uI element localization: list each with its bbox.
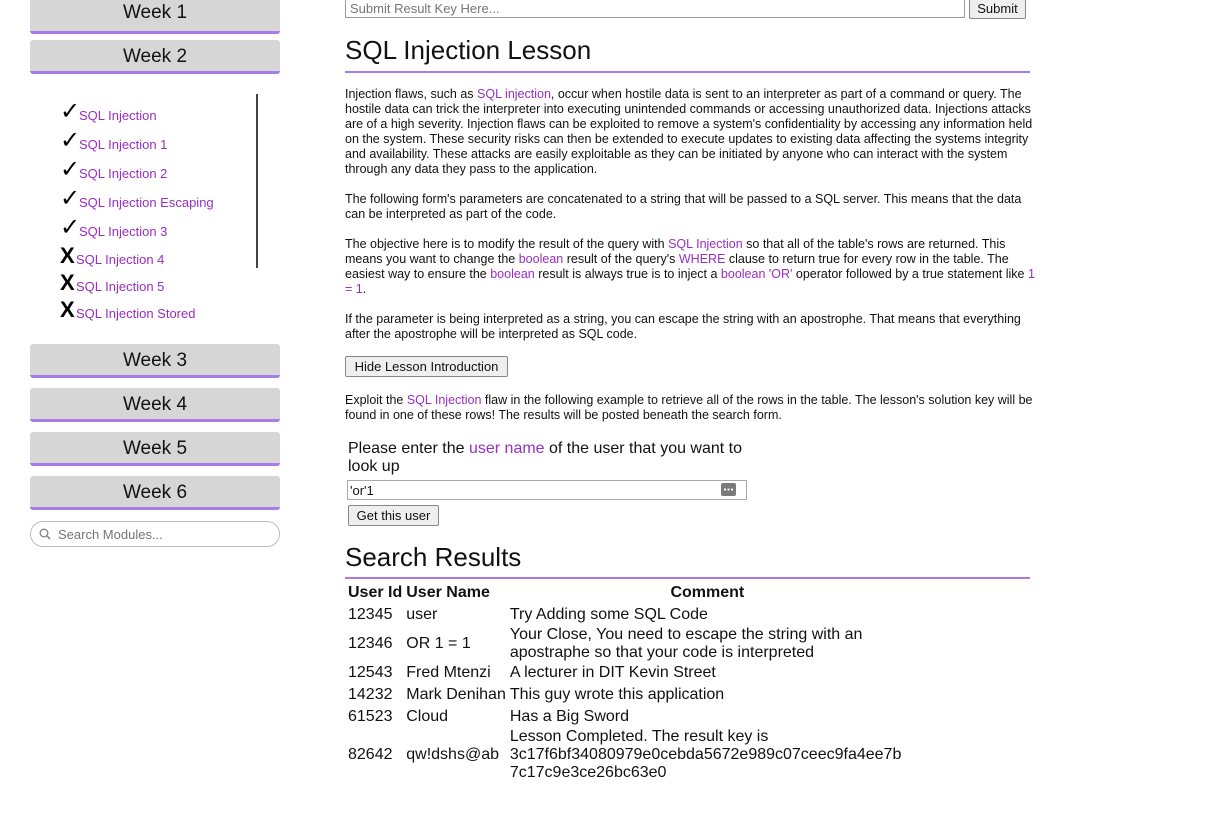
user-id-cell: 12346 <box>348 635 393 652</box>
comment-cell: Has a Big Sword <box>509 708 630 725</box>
table-row: 12345 user Try Adding some SQL Code <box>346 604 907 626</box>
search-icon <box>39 528 51 540</box>
table-row: 61523 Cloud Has a Big Sword <box>346 706 907 728</box>
user-id-cell: 12543 <box>348 664 393 681</box>
results-divider <box>345 577 1030 579</box>
table-row: 12543 Fred Mtenzi A lecturer in DIT Kevi… <box>346 662 907 684</box>
comment-cell: A lecturer in DIT Kevin Street <box>509 664 716 681</box>
check-icon: ✓ <box>60 156 81 183</box>
search-results-title: Search Results <box>345 542 522 572</box>
module-label[interactable]: SQL Injection 3 <box>79 224 167 239</box>
user-name-field <box>347 480 747 500</box>
boolean-or-link[interactable]: boolean 'OR' <box>721 267 792 281</box>
sql-injection-link[interactable]: SQL injection <box>477 87 551 101</box>
module-sql-injection-5[interactable]: X SQL Injection 5 <box>60 269 164 295</box>
week-3-button[interactable]: Week 3 <box>30 344 280 378</box>
week-5-button[interactable]: Week 5 <box>30 432 280 466</box>
user-name-cell: user <box>406 606 438 623</box>
module-label[interactable]: SQL Injection Stored <box>76 306 195 321</box>
search-modules-box <box>30 521 280 547</box>
lookup-label: Please enter the user name of the user t… <box>348 440 743 475</box>
more-dots-icon[interactable] <box>721 483 736 496</box>
check-icon: ✓ <box>60 185 81 212</box>
table-row: 12346 OR 1 = 1 Your Close, You need to e… <box>346 626 907 662</box>
column-header: User Id <box>348 584 403 601</box>
user-name-cell: OR 1 = 1 <box>406 635 471 652</box>
check-icon: ✓ <box>60 98 81 125</box>
comment-cell: This guy wrote this application <box>509 686 725 703</box>
user-id-cell: 61523 <box>348 708 393 725</box>
module-sql-injection-4[interactable]: X SQL Injection 4 <box>60 242 164 268</box>
user-name-cell: Cloud <box>406 708 449 725</box>
where-link[interactable]: WHERE <box>679 252 726 266</box>
user-id-cell: 12345 <box>348 606 393 623</box>
user-id-cell: 14232 <box>348 686 393 703</box>
check-icon: ✓ <box>60 214 81 241</box>
submit-key-button[interactable]: Submit <box>969 0 1026 19</box>
search-modules-input[interactable] <box>56 525 270 543</box>
lesson-title: SQL Injection Lesson <box>345 35 592 65</box>
x-icon: X <box>60 270 75 295</box>
user-name-input[interactable] <box>348 481 712 499</box>
week-1-button[interactable]: Week 1 <box>30 0 280 34</box>
user-name-cell: Mark Denihan <box>406 686 506 703</box>
title-divider <box>345 71 1030 73</box>
week-6-button[interactable]: Week 6 <box>30 476 280 510</box>
exploit-paragraph: Exploit the SQL Injection flaw in the fo… <box>345 393 1033 422</box>
comment-cell: Lesson Completed. The result key is 3c17… <box>509 728 902 781</box>
module-sql-injection-stored[interactable]: X SQL Injection Stored <box>60 296 195 322</box>
module-sql-injection-1[interactable]: ✓ SQL Injection 1 <box>60 127 167 153</box>
week-2-module-list: ✓ SQL Injection ✓ SQL Injection 1 ✓ SQL … <box>60 94 260 328</box>
user-name-cell: qw!dshs@ab <box>406 746 499 763</box>
results-table: User Id User Name Comment 12345 user Try… <box>346 582 907 782</box>
week-2-button[interactable]: Week 2 <box>30 40 280 74</box>
user-name-link[interactable]: user name <box>469 440 545 457</box>
column-header: User Name <box>406 584 490 601</box>
table-header-row: User Id User Name Comment <box>346 582 907 604</box>
module-label[interactable]: SQL Injection <box>79 108 157 123</box>
module-sql-injection[interactable]: ✓ SQL Injection <box>60 98 157 124</box>
x-icon: X <box>60 297 75 322</box>
column-header: Comment <box>670 584 745 601</box>
x-icon: X <box>60 243 75 268</box>
module-sql-injection-3[interactable]: ✓ SQL Injection 3 <box>60 214 167 240</box>
result-key-input[interactable] <box>345 0 965 18</box>
module-sql-injection-2[interactable]: ✓ SQL Injection 2 <box>60 156 167 182</box>
form-paragraph: The following form's parameters are conc… <box>345 192 1022 221</box>
user-name-cell: Fred Mtenzi <box>406 664 491 681</box>
module-label[interactable]: SQL Injection 4 <box>76 252 164 267</box>
objective-paragraph: The objective here is to modify the resu… <box>345 237 1035 296</box>
module-label[interactable]: SQL Injection 5 <box>76 279 164 294</box>
module-sql-injection-escaping[interactable]: ✓ SQL Injection Escaping <box>60 185 214 211</box>
get-this-user-button[interactable]: Get this user <box>348 505 439 526</box>
week-4-button[interactable]: Week 4 <box>30 388 280 422</box>
module-label[interactable]: SQL Injection 2 <box>79 166 167 181</box>
user-id-cell: 82642 <box>348 746 393 763</box>
sql-injection-link[interactable]: SQL Injection <box>407 393 482 407</box>
table-row: 82642 qw!dshs@ab Lesson Completed. The r… <box>346 728 907 782</box>
sql-injection-link[interactable]: SQL Injection <box>668 237 743 251</box>
check-icon: ✓ <box>60 127 81 154</box>
comment-cell: Try Adding some SQL Code <box>509 606 708 623</box>
boolean-link[interactable]: boolean <box>490 267 535 281</box>
intro-paragraph: Injection flaws, such as SQL injection, … <box>345 87 1033 176</box>
boolean-link[interactable]: boolean <box>519 252 564 266</box>
comment-cell: Your Close, You need to escape the strin… <box>509 626 863 661</box>
hide-lesson-intro-button[interactable]: Hide Lesson Introduction <box>345 356 508 377</box>
module-label[interactable]: SQL Injection Escaping <box>79 195 214 210</box>
apostrophe-paragraph: If the parameter is being interpreted as… <box>345 312 1021 341</box>
module-label[interactable]: SQL Injection 1 <box>79 137 167 152</box>
table-row: 14232 Mark Denihan This guy wrote this a… <box>346 684 907 706</box>
